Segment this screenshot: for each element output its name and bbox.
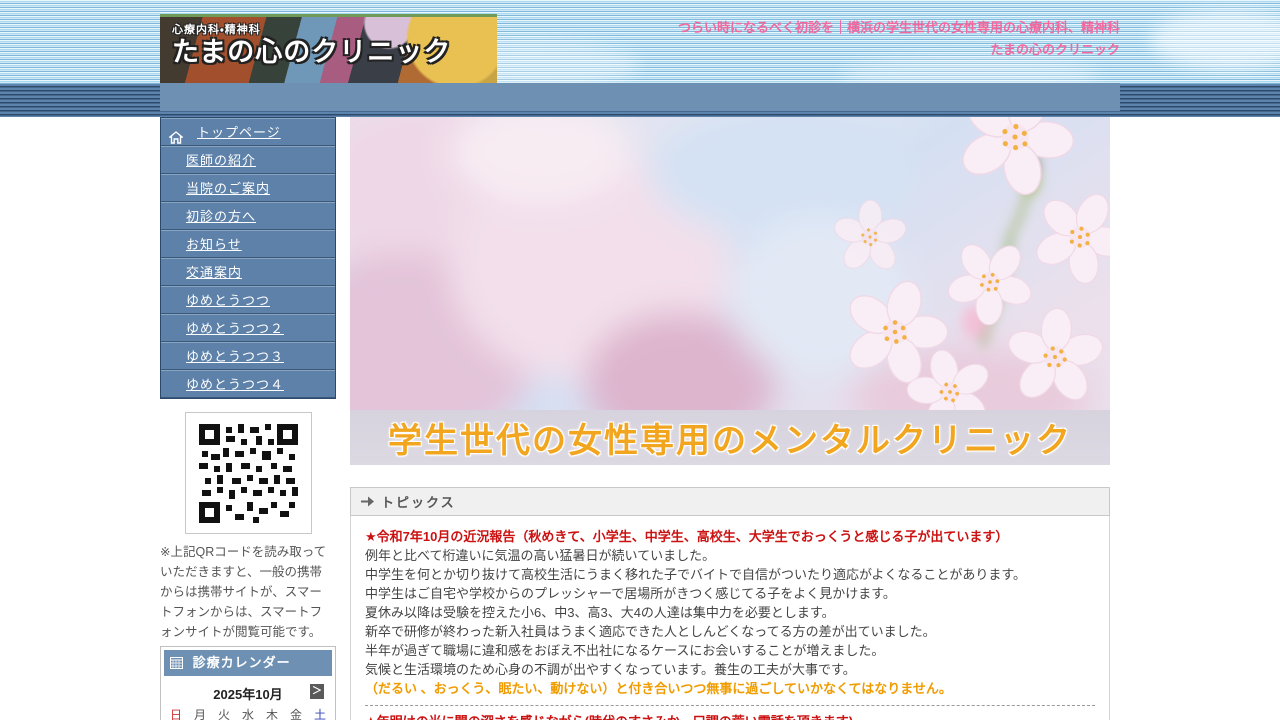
calendar-title: 診療カレンダー [193, 655, 291, 670]
sidebar-item-yume-3[interactable]: ゆめとうつつ３ [161, 342, 335, 370]
weekday-sat: 土 [308, 707, 332, 720]
topic-line: 中学生を何とか切り抜けて高校生活にうまく移れた子でバイトで自信がついたり適応がよ… [365, 565, 1095, 584]
clinic-logo[interactable]: 心療内科・精神科 たまの心のクリニック [160, 14, 497, 83]
sidebar-item-yume-4[interactable]: ゆめとうつつ４ [161, 370, 335, 398]
sidebar-item-label: 当院のご案内 [186, 181, 270, 196]
topic-highlight-line: （だるい 、おっくう、眠たい、動けない）と付き合いつつ無事に過ごしていかなくては… [365, 679, 1095, 698]
calendar-month-label: 2025年10月 [213, 687, 282, 702]
sidebar-item-label: 医師の紹介 [186, 153, 256, 168]
topic-line: 中学生はご自宅や学校からのプレッシャーで居場所がきつく感じてる子をよく見かけます… [365, 584, 1095, 603]
logo-title: たまの心のクリニック [172, 37, 487, 68]
sidebar-item-label: ゆめとうつつ３ [186, 349, 284, 364]
weekday-wed: 水 [236, 707, 260, 720]
sidebar-item-doctor[interactable]: 医師の紹介 [161, 146, 335, 174]
dotted-divider [365, 705, 1095, 706]
calendar-header: 診療カレンダー [164, 650, 332, 676]
topic-title: ★令和7年10月の近況報告（秋めきて、小学生、中学生、高校生、大学生でおっくうと… [365, 527, 1095, 546]
clinic-calendar: 診療カレンダー 2025年10月 ＞ 日 月 火 水 木 金 土 1 2 [160, 646, 336, 720]
weekday-sun: 日 [164, 707, 188, 720]
topic-line: 気候と生活環境のため心身の不調が出やすくなっています。養生の工夫が大事です。 [365, 660, 1095, 679]
hero-heading-band: 学生世代の女性専用のメンタルクリニック [350, 410, 1110, 465]
next-month-button[interactable]: ＞ [310, 684, 324, 699]
sidebar: トップページ 医師の紹介 当院のご案内 初診の方へ お知らせ 交通案内 ゆめとう… [160, 117, 336, 720]
tagline-line1: つらい時になるべく初診を｜横浜の学生世代の女性専用の心療内科、精神科 [678, 17, 1120, 39]
calendar-weekday-row: 日 月 火 水 木 金 土 [164, 707, 332, 720]
sidebar-item-news[interactable]: お知らせ [161, 230, 335, 258]
tagline-line2: たまの心のクリニック [678, 39, 1120, 61]
topics-header-bar: トピックス [350, 487, 1110, 516]
weekday-fri: 金 [284, 707, 308, 720]
logo-subtitle: 心療内科・精神科 [172, 21, 487, 37]
header-tagline: つらい時になるべく初診を｜横浜の学生世代の女性専用の心療内科、精神科 たまの心の… [678, 17, 1120, 61]
sidebar-item-yume-1[interactable]: ゆめとうつつ [161, 286, 335, 314]
weekday-thu: 木 [260, 707, 284, 720]
topic-line: 例年と比べて桁違いに気温の高い猛暑日が続いていました。 [365, 546, 1095, 565]
sidebar-item-about[interactable]: 当院のご案内 [161, 174, 335, 202]
weekday-mon: 月 [188, 707, 212, 720]
calendar-icon [170, 657, 183, 669]
cherry-blossom-hero-image [350, 117, 1110, 410]
topics-header-label: トピックス [381, 492, 456, 511]
topic-line: 夏休み以降は受験を控えた小6、中3、高3、大4の人達は集中力を必要とします。 [365, 603, 1095, 622]
sidebar-item-label: ゆめとうつつ４ [186, 377, 284, 392]
sidebar-item-label: お知らせ [186, 237, 242, 252]
topic-title: ★年明けの光に闇の深さを感じながら(時代のすさみか、口調の荒い電話を頂きます) [365, 712, 1095, 720]
hero-heading: 学生世代の女性専用のメンタルクリニック [388, 413, 1072, 462]
sidebar-item-first-visit[interactable]: 初診の方へ [161, 202, 335, 230]
sidebar-menu: トップページ 医師の紹介 当院のご案内 初診の方へ お知らせ 交通案内 ゆめとう… [160, 117, 336, 399]
main-content: 学生世代の女性専用のメンタルクリニック トピックス ★令和7年10月の近況報告（… [350, 117, 1110, 720]
qr-code [185, 412, 312, 534]
sidebar-item-label: ゆめとうつつ２ [186, 321, 284, 336]
calendar-month-row: 2025年10月 ＞ [164, 684, 332, 703]
cloud-decoration [1150, 10, 1280, 70]
sidebar-item-access[interactable]: 交通案内 [161, 258, 335, 286]
topic-line: 新卒で研修が終わった新入社員はうまく適応できた人としんどくなってる方の差が出てい… [365, 622, 1095, 641]
sidebar-item-label: トップページ [197, 125, 281, 140]
sidebar-item-label: ゆめとうつつ [186, 293, 270, 308]
qr-note-text: ※上記QRコードを読み取っていただきますと、一般の携帯からは携帯サイトが、スマー… [160, 542, 334, 642]
sidebar-item-yume-2[interactable]: ゆめとうつつ２ [161, 314, 335, 342]
topics-content: ★令和7年10月の近況報告（秋めきて、小学生、中学生、高校生、大学生でおっくうと… [350, 516, 1110, 720]
sidebar-item-top-page[interactable]: トップページ [161, 118, 335, 146]
header-solid-bar [160, 83, 1120, 111]
topic-line: 半年が過ぎて職場に違和感をおぼえ不出社になるケースにお会いすることが増えました。 [365, 641, 1095, 660]
sidebar-item-label: 初診の方へ [186, 209, 256, 224]
weekday-tue: 火 [212, 707, 236, 720]
sidebar-item-label: 交通案内 [186, 265, 242, 280]
page: 心療内科・精神科 たまの心のクリニック つらい時になるべく初診を｜横浜の学生世代… [0, 0, 1280, 720]
arrow-right-icon [361, 496, 374, 507]
